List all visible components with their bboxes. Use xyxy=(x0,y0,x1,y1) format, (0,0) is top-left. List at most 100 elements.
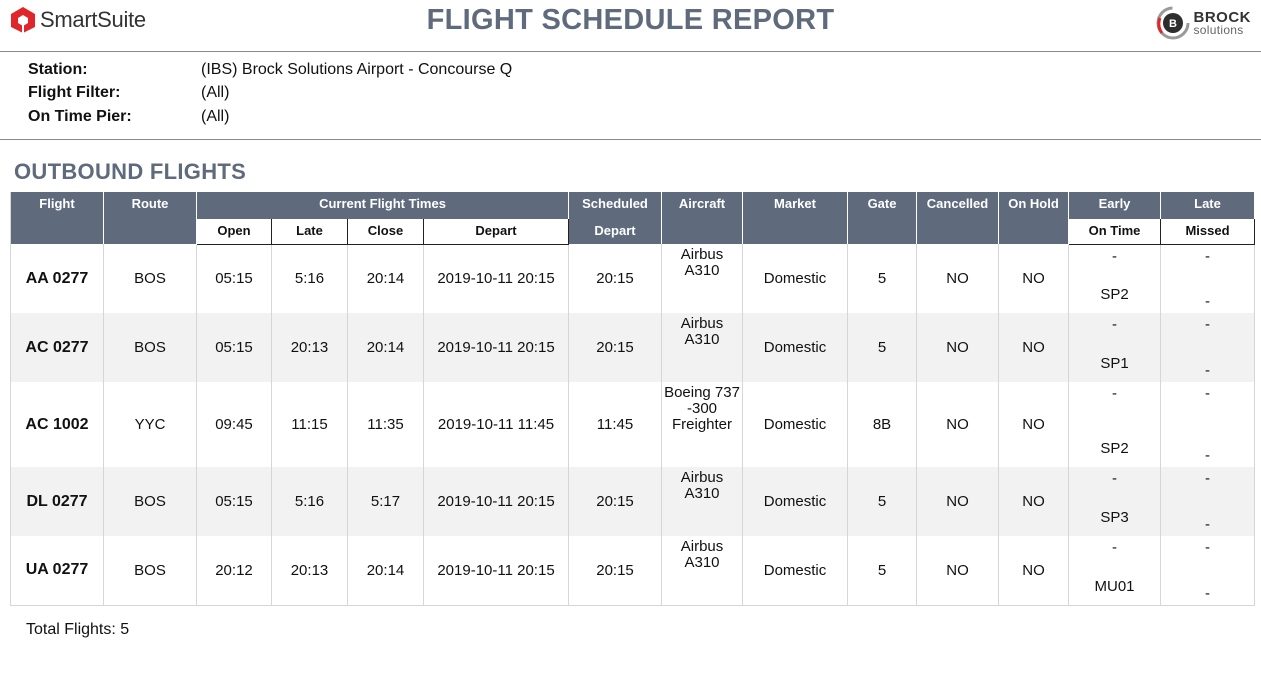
cell-late: 5:16 xyxy=(271,244,348,313)
cell-flight: DL 0277 xyxy=(10,467,104,536)
cell-depart: 2019-10-11 20:15 xyxy=(423,244,570,313)
cell-market: Domestic xyxy=(742,467,849,536)
cell-market: Domestic xyxy=(742,382,849,467)
cell-scheduled: 20:15 xyxy=(568,536,663,605)
cell-gate: 5 xyxy=(847,536,918,605)
cell-scheduled: 20:15 xyxy=(568,313,663,382)
cell-early: - SP3 xyxy=(1068,467,1162,536)
svg-text:B: B xyxy=(1169,18,1177,30)
cell-open: 09:45 xyxy=(196,382,272,467)
col-current-times: Current Flight Times xyxy=(196,192,570,219)
col-open: Open xyxy=(196,219,272,245)
cell-on-hold: NO xyxy=(998,244,1070,313)
col-gate: Gate xyxy=(847,192,918,244)
col-route: Route xyxy=(103,192,197,244)
divider xyxy=(0,139,1261,140)
cell-close: 20:14 xyxy=(347,313,424,382)
cell-on-hold: NO xyxy=(998,536,1070,605)
cell-early: - SP1 xyxy=(1068,313,1162,382)
cell-open: 05:15 xyxy=(196,244,272,313)
cell-cancelled: NO xyxy=(916,382,1000,467)
cell-scheduled: 11:45 xyxy=(568,382,663,467)
cell-on-hold: NO xyxy=(998,467,1070,536)
filter-label: On Time Pier: xyxy=(28,107,132,125)
cell-gate: 5 xyxy=(847,244,918,313)
col-flight: Flight xyxy=(10,192,104,244)
cell-gate: 5 xyxy=(847,467,918,536)
brock-logo: B BROCK solutions xyxy=(1156,6,1252,40)
col-late-pier: Late xyxy=(1160,192,1256,219)
cell-depart: 2019-10-11 11:45 xyxy=(423,382,570,467)
cell-flight: AC 1002 xyxy=(10,382,104,467)
cell-flight: UA 0277 xyxy=(10,536,104,605)
cell-depart: 2019-10-11 20:15 xyxy=(423,313,570,382)
cell-late: 11:15 xyxy=(271,382,348,467)
filter-label: Station: xyxy=(28,60,88,78)
cell-route: BOS xyxy=(103,536,197,605)
cell-aircraft: Airbus A310 xyxy=(661,467,744,536)
cell-cancelled: NO xyxy=(916,467,1000,536)
brock-circle-icon: B xyxy=(1156,6,1189,40)
cell-route: BOS xyxy=(103,467,197,536)
cell-late-pier: -- xyxy=(1160,382,1256,467)
filter-station: Station: (IBS) Brock Solutions Airport -… xyxy=(28,58,512,82)
col-market: Market xyxy=(742,192,849,244)
cell-market: Domestic xyxy=(742,313,849,382)
cell-open: 20:12 xyxy=(196,536,272,605)
cell-late: 5:16 xyxy=(271,467,348,536)
col-depart: Depart xyxy=(422,219,570,245)
cell-route: BOS xyxy=(103,313,197,382)
filter-flight: Flight Filter: (All) xyxy=(28,82,512,106)
cell-close: 20:14 xyxy=(347,244,424,313)
cell-gate: 8B xyxy=(847,382,918,467)
cell-close: 5:17 xyxy=(347,467,424,536)
cell-depart: 2019-10-11 20:15 xyxy=(423,467,570,536)
cell-open: 05:15 xyxy=(196,467,272,536)
cell-depart: 2019-10-11 20:15 xyxy=(423,536,570,605)
section-title: OUTBOUND FLIGHTS xyxy=(14,159,247,184)
cell-close: 20:14 xyxy=(347,536,424,605)
col-on-hold: On Hold xyxy=(998,192,1070,244)
cell-market: Domestic xyxy=(742,536,849,605)
brock-brand-subtext: solutions xyxy=(1193,23,1244,37)
cell-flight: AA 0277 xyxy=(10,244,104,313)
cell-late-pier: -- xyxy=(1160,467,1256,536)
filter-on-time-pier: On Time Pier: (All) xyxy=(28,105,512,129)
total-flights: Total Flights: 5 xyxy=(26,621,130,638)
cell-market: Domestic xyxy=(742,244,849,313)
col-late-missed: Missed xyxy=(1160,219,1256,245)
filter-value: (All) xyxy=(201,84,230,102)
cell-late-pier: -- xyxy=(1160,313,1256,382)
cell-early: - SP2 xyxy=(1068,382,1162,467)
filter-value: (All) xyxy=(201,107,230,125)
col-late: Late xyxy=(271,219,348,245)
col-scheduled-depart: Depart xyxy=(568,219,663,244)
cell-late-pier: -- xyxy=(1160,536,1256,605)
cell-late: 20:13 xyxy=(271,536,348,605)
report-header: SmartSuite FLIGHT SCHEDULE REPORT B BROC… xyxy=(0,0,1261,52)
cell-gate: 5 xyxy=(847,313,918,382)
table-row: UA 0277 BOS 20:12 20:13 20:14 2019-10-11… xyxy=(10,536,1256,605)
col-aircraft: Aircraft xyxy=(661,192,744,244)
cell-route: BOS xyxy=(103,244,197,313)
cell-aircraft: Airbus A310 xyxy=(661,313,744,382)
cell-scheduled: 20:15 xyxy=(568,467,663,536)
cell-close: 11:35 xyxy=(347,382,424,467)
cell-cancelled: NO xyxy=(916,244,1000,313)
cell-flight: AC 0277 xyxy=(10,313,104,382)
flights-table: Flight Route Current Flight Times Schedu… xyxy=(10,192,1256,606)
col-scheduled: Scheduled xyxy=(568,192,663,219)
filter-label: Flight Filter: xyxy=(28,84,121,102)
cell-on-hold: NO xyxy=(998,382,1070,467)
cell-route: YYC xyxy=(103,382,197,467)
cell-aircraft: Airbus A310 xyxy=(661,244,744,313)
filter-value: (IBS) Brock Solutions Airport - Concours… xyxy=(201,60,513,78)
col-early: Early xyxy=(1068,192,1162,219)
cell-cancelled: NO xyxy=(916,536,1000,605)
col-close: Close xyxy=(347,219,424,245)
cell-aircraft: Boeing 737 -300 Freighter xyxy=(661,382,744,467)
col-cancelled: Cancelled xyxy=(916,192,1000,244)
report-title: FLIGHT SCHEDULE REPORT xyxy=(426,4,835,36)
cell-late: 20:13 xyxy=(271,313,348,382)
cell-on-hold: NO xyxy=(998,313,1070,382)
